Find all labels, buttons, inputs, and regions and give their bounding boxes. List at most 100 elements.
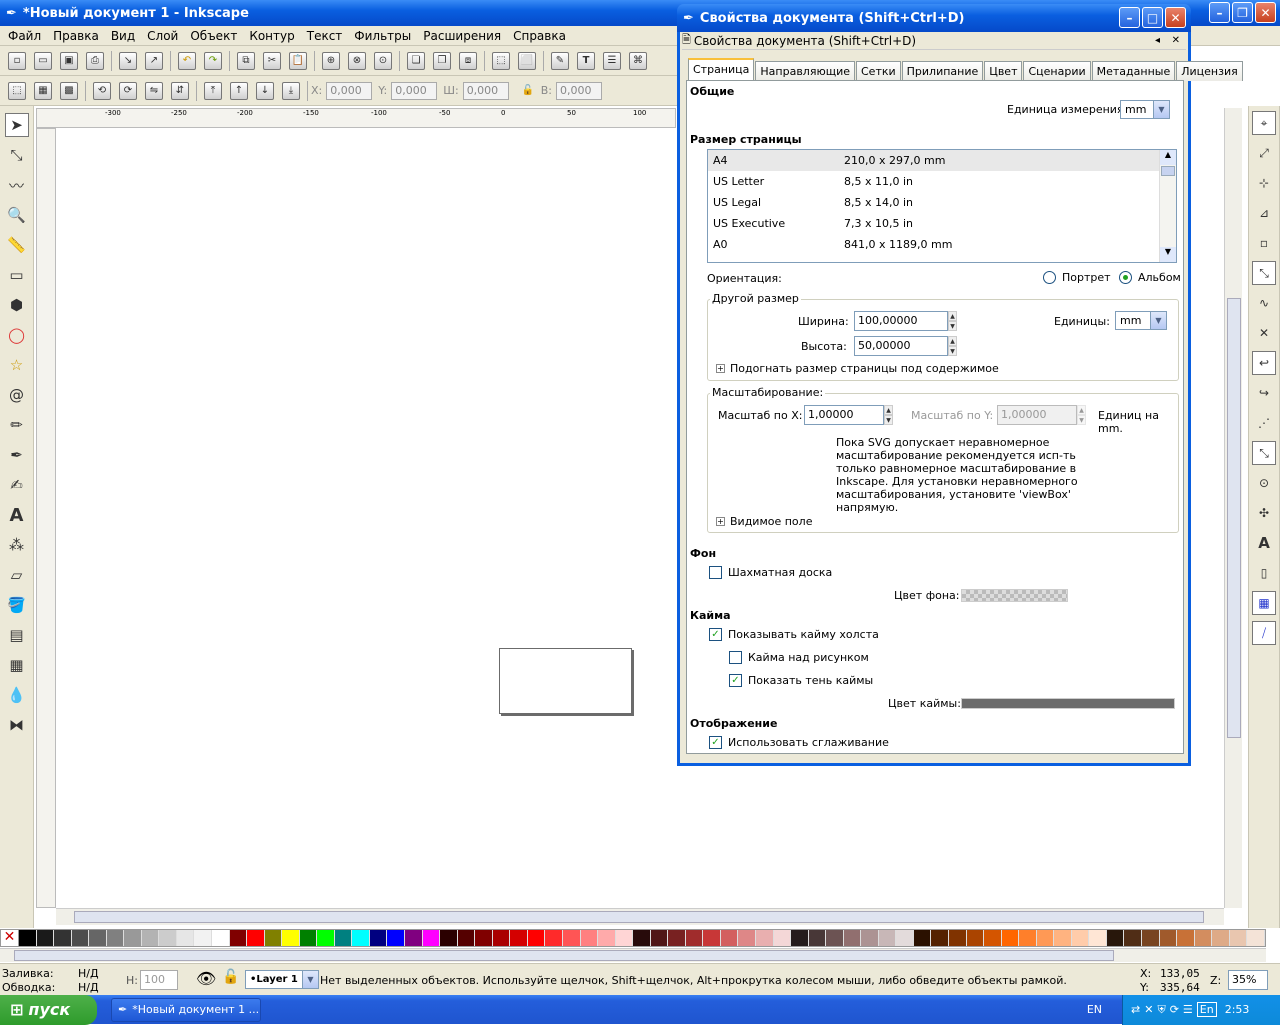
menu-file[interactable]: Файл (2, 29, 47, 43)
vertical-scrollbar[interactable] (1224, 108, 1242, 908)
redo-icon[interactable]: ↷ (204, 51, 222, 70)
border-shadow-checkbox[interactable]: ✓ (729, 674, 742, 687)
color-swatch[interactable] (580, 930, 599, 946)
color-swatch[interactable] (1247, 930, 1265, 946)
fill-stroke-icon[interactable]: ✎ (551, 51, 569, 70)
width-input[interactable]: 0,000 (462, 81, 509, 100)
close-icon[interactable]: ✕ (1172, 35, 1180, 46)
tweak-tool-icon[interactable]: 〰 (5, 173, 29, 197)
color-swatch[interactable] (843, 930, 862, 946)
color-swatch[interactable] (1159, 930, 1178, 946)
spray-tool-icon[interactable]: ⁂ (5, 533, 29, 557)
color-swatch[interactable] (457, 930, 476, 946)
group-icon[interactable]: ⬚ (492, 51, 510, 70)
scrollbar-thumb[interactable] (1227, 298, 1241, 738)
unit-select[interactable]: mm ▼ (1120, 100, 1170, 119)
keyboard-layout[interactable]: En (1196, 1002, 1217, 1017)
export-icon[interactable]: ↗ (145, 51, 163, 70)
list-item[interactable]: A0 841,0 x 1189,0 mm (708, 234, 1176, 255)
color-swatch[interactable] (738, 930, 756, 946)
tab-color[interactable]: Цвет (984, 61, 1023, 81)
layer-lock-icon[interactable]: 🔓 (222, 969, 239, 985)
portrait-radio[interactable]: Портрет (1043, 271, 1111, 284)
border-on-top-option[interactable]: Кайма над рисунком (729, 651, 869, 664)
color-swatch[interactable] (299, 930, 318, 946)
color-swatch[interactable] (668, 930, 686, 946)
expand-icon[interactable]: + (716, 517, 725, 526)
xml-editor-icon[interactable]: ⌘ (629, 51, 647, 70)
copy-icon[interactable]: ⧉ (237, 51, 255, 70)
landscape-radio[interactable]: Альбом (1119, 271, 1181, 284)
color-swatch[interactable] (755, 930, 774, 946)
snap-bbox-midpoint-icon[interactable]: ▫ (1252, 231, 1276, 255)
color-swatch[interactable] (826, 930, 844, 946)
antialias-option[interactable]: ✓ Использовать сглаживание (709, 736, 889, 749)
color-swatch[interactable] (562, 930, 581, 946)
color-swatch[interactable] (1071, 930, 1090, 946)
connector-tool-icon[interactable]: ⧓ (5, 713, 29, 737)
snap-rotation-center-icon[interactable]: ✣ (1252, 501, 1276, 525)
deselect-icon[interactable]: ▩ (60, 81, 78, 100)
list-scrollbar[interactable]: ▲ ▼ (1159, 150, 1176, 262)
mesh-tool-icon[interactable]: ▦ (5, 653, 29, 677)
palette-scrollbar[interactable] (0, 948, 1266, 962)
chevron-up-icon[interactable]: ▲ (1160, 150, 1176, 165)
lower-icon[interactable]: ↓ (256, 81, 274, 100)
text-tool-icon[interactable]: A (5, 503, 29, 527)
color-swatch[interactable] (71, 930, 90, 946)
checkerboard-option[interactable]: Шахматная доска (709, 566, 832, 579)
ungroup-icon[interactable]: ⬜ (518, 51, 536, 70)
color-swatch[interactable] (931, 930, 949, 946)
snap-bbox-icon[interactable]: ⤢ (1252, 141, 1276, 165)
tab-guides[interactable]: Направляющие (755, 61, 855, 81)
color-swatch[interactable] (19, 930, 37, 946)
color-swatch[interactable] (773, 930, 792, 946)
height-input[interactable]: 50,00000 (854, 336, 948, 356)
color-swatch[interactable] (1001, 930, 1020, 946)
snap-guides-icon[interactable]: ⧸ (1252, 621, 1276, 645)
eraser-tool-icon[interactable]: ▱ (5, 563, 29, 587)
color-swatch[interactable] (1089, 930, 1107, 946)
scrollbar-thumb[interactable] (14, 950, 1114, 961)
save-icon[interactable]: ▣ (60, 51, 78, 70)
color-swatch[interactable] (106, 930, 125, 946)
chevron-down-icon[interactable]: ▼ (1160, 247, 1176, 262)
color-swatch[interactable] (615, 930, 634, 946)
paste-icon[interactable]: 📋 (289, 51, 307, 70)
color-swatch[interactable] (159, 930, 177, 946)
expand-icon[interactable]: + (716, 364, 725, 373)
dropper-tool-icon[interactable]: 💧 (5, 683, 29, 707)
width-spinner[interactable]: ▲ ▼ (948, 311, 957, 331)
text-font-icon[interactable]: T (577, 51, 595, 70)
height-spinner[interactable]: ▲ ▼ (948, 336, 957, 356)
tab-grids[interactable]: Сетки (856, 61, 901, 81)
3d-box-tool-icon[interactable]: ⬢ (5, 293, 29, 317)
print-icon[interactable]: ⎙ (86, 51, 104, 70)
color-swatch[interactable] (124, 930, 142, 946)
volume-icon[interactable]: ✕ (1144, 1003, 1153, 1016)
color-swatch[interactable] (913, 930, 932, 946)
color-swatch[interactable] (984, 930, 1002, 946)
color-swatch[interactable] (422, 930, 441, 946)
spiral-tool-icon[interactable]: @ (5, 383, 29, 407)
no-paint-swatch[interactable]: ✕ (1, 930, 19, 946)
lock-icon[interactable]: 🔓 (519, 82, 537, 100)
color-swatch[interactable] (808, 930, 827, 946)
zoom-selection-icon[interactable]: ⊕ (322, 51, 340, 70)
update-icon[interactable]: ⟳ (1170, 1003, 1179, 1016)
stroke-value[interactable]: Н/Д (78, 981, 99, 994)
tab-scripting[interactable]: Сценарии (1023, 61, 1091, 81)
color-swatch[interactable] (703, 930, 721, 946)
duplicate-icon[interactable]: ❏ (407, 51, 425, 70)
layer-selector[interactable]: •Layer 1 ▼ (245, 970, 319, 989)
snap-text-baseline-icon[interactable]: A (1252, 531, 1276, 555)
tab-license[interactable]: Лицензия (1176, 61, 1243, 81)
color-swatch[interactable] (1212, 930, 1230, 946)
dock-icon[interactable]: ◂ (1155, 35, 1160, 46)
selector-tool-icon[interactable]: ➤ (4, 113, 29, 137)
scrollbar-thumb[interactable] (74, 911, 1204, 923)
checkerboard-checkbox[interactable] (709, 566, 722, 579)
color-swatch[interactable] (861, 930, 879, 946)
page-size-list[interactable]: A4 210,0 x 297,0 mm US Letter 8,5 x 11,0 i… (707, 149, 1177, 263)
show-border-checkbox[interactable]: ✓ (709, 628, 722, 641)
